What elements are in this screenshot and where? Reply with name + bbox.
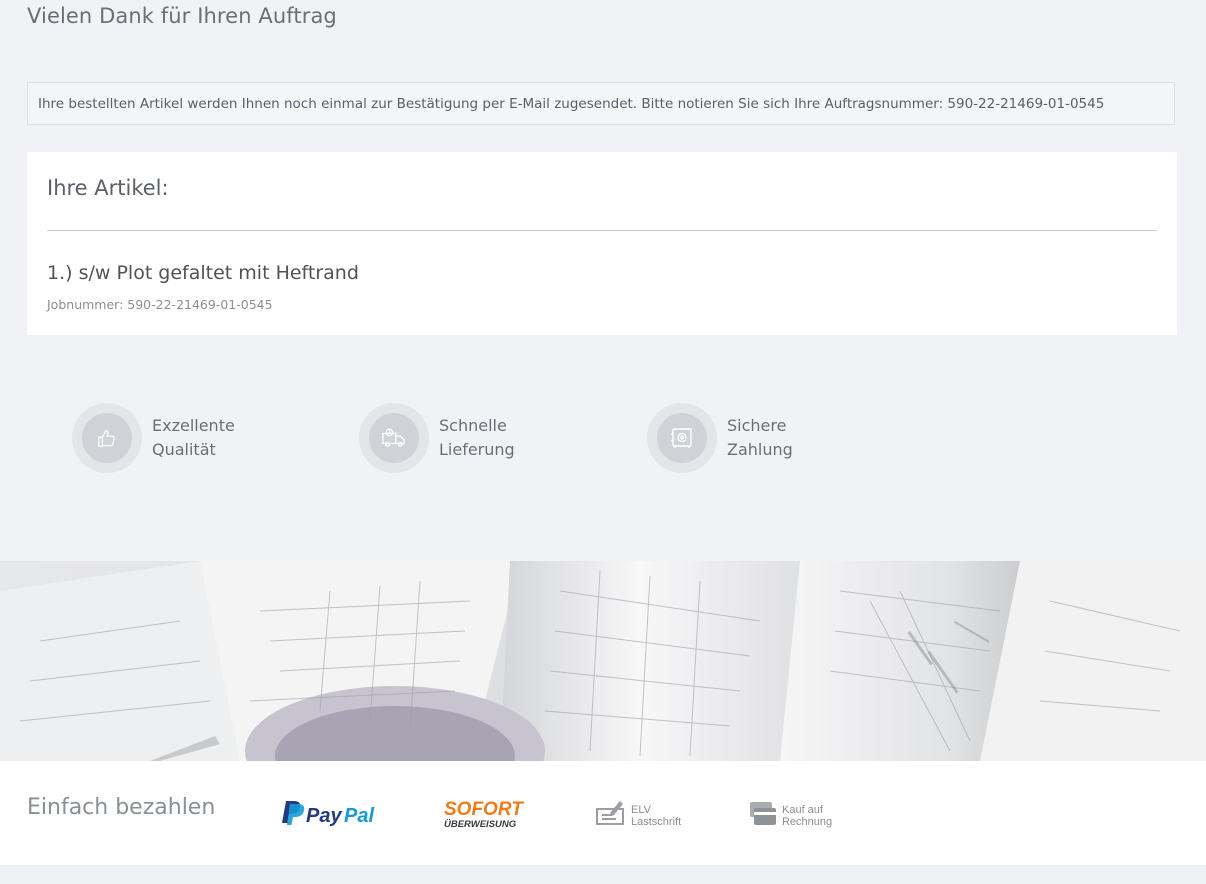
feature-line1: Exzellente [152, 416, 235, 435]
feature-delivery: Schnelle Lieferung [359, 403, 515, 473]
svg-text:ELV: ELV [631, 804, 652, 816]
svg-text:Rechnung: Rechnung [782, 816, 832, 828]
invoice-icon: Kauf auf Rechnung [749, 799, 845, 833]
safe-icon [657, 413, 707, 463]
svg-text:SOFORT: SOFORT [444, 799, 524, 820]
paypal-logo: Pay Pal [282, 799, 384, 831]
feature-line2: Lieferung [439, 440, 515, 459]
elv-icon: ELV Lastschrift [596, 799, 692, 831]
thumbs-up-icon [82, 413, 132, 463]
feature-line1: Sichere [727, 416, 787, 435]
delivery-truck-icon [369, 413, 419, 463]
divider [47, 230, 1157, 231]
articles-title: Ihre Artikel: [47, 176, 169, 200]
articles-panel: Ihre Artikel: 1.) s/w Plot gefaltet mit … [27, 152, 1177, 335]
blueprint-banner-image [0, 561, 1206, 761]
feature-line1: Schnelle [439, 416, 507, 435]
article-name: 1.) s/w Plot gefaltet mit Heftrand [47, 262, 359, 284]
svg-text:ÜBERWEISUNG: ÜBERWEISUNG [444, 819, 517, 829]
job-number-value: 590-22-21469-01-0545 [127, 297, 273, 312]
job-number-line: Jobnummer: 590-22-21469-01-0545 [47, 297, 273, 312]
order-confirmation-notice: Ihre bestellten Artikel werden Ihnen noc… [27, 82, 1175, 125]
feature-payment: Sichere Zahlung [647, 403, 793, 473]
job-number-label: Jobnummer: [47, 297, 124, 312]
payment-methods-bar: Einfach bezahlen Pay Pal SOFORT ÜBERWEIS… [0, 761, 1206, 865]
svg-text:Kauf auf: Kauf auf [782, 804, 824, 816]
feature-line2: Zahlung [727, 440, 793, 459]
payment-title: Einfach bezahlen [27, 795, 216, 820]
svg-text:Lastschrift: Lastschrift [631, 816, 681, 827]
feature-line2: Qualität [152, 440, 216, 459]
footer-strip [0, 865, 1206, 884]
page-title: Vielen Dank für Ihren Auftrag [27, 4, 337, 28]
svg-text:Pal: Pal [344, 805, 374, 827]
feature-quality: Exzellente Qualität [72, 403, 235, 473]
svg-text:Pay: Pay [306, 805, 342, 827]
sofort-logo: SOFORT ÜBERWEISUNG [442, 799, 534, 833]
